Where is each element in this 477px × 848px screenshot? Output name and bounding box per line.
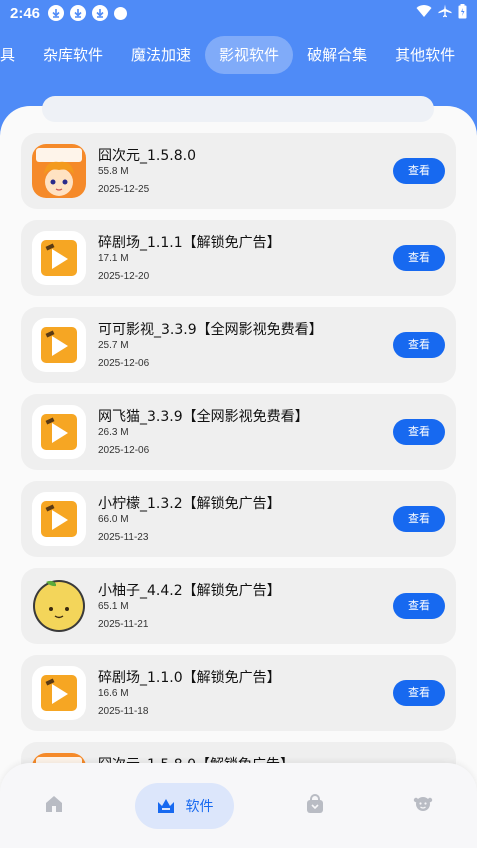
status-time: 2:46 xyxy=(10,4,41,22)
app-title: 小柚子_4.4.2【解锁免广告】 xyxy=(98,583,281,599)
app-title: 网飞猫_3.3.9【全网影视免费看】 xyxy=(98,409,309,425)
view-button[interactable]: 查看 xyxy=(393,158,445,184)
list-item[interactable]: 囧次元_1.5.8.0 55.8 M 2025-12-25 查看 xyxy=(21,133,456,209)
view-button[interactable]: 查看 xyxy=(393,419,445,445)
video-play-icon xyxy=(32,231,86,285)
wifi-icon xyxy=(416,4,432,22)
airplane-mode-icon xyxy=(438,4,452,22)
app-title: 碎剧场_1.1.0【解锁免广告】 xyxy=(98,670,281,686)
nav-software[interactable]: 软件 xyxy=(135,783,234,829)
view-button[interactable]: 查看 xyxy=(393,593,445,619)
nav-shop[interactable] xyxy=(295,783,335,829)
home-icon xyxy=(44,794,64,818)
bottom-navigation: 软件 xyxy=(0,763,477,848)
app-date: 2025-11-21 xyxy=(98,619,149,630)
app-title: 碎剧场_1.1.1【解锁免广告】 xyxy=(98,235,281,251)
grapefruit-icon xyxy=(32,579,86,633)
video-play-icon xyxy=(32,666,86,720)
nav-profile[interactable] xyxy=(403,783,443,829)
notification-dot-icon xyxy=(114,6,128,20)
app-title: 小柠檬_1.3.2【解锁免广告】 xyxy=(98,496,281,512)
app-date: 2025-12-06 xyxy=(98,445,150,456)
view-button[interactable]: 查看 xyxy=(393,245,445,271)
app-date: 2025-11-18 xyxy=(98,706,149,717)
download-notification-icon xyxy=(48,5,65,21)
list-item[interactable]: 网飞猫_3.3.9【全网影视免费看】 26.3 M 2025-12-06 查看 xyxy=(21,394,456,470)
video-play-icon xyxy=(32,405,86,459)
app-date: 2025-12-25 xyxy=(98,184,150,195)
app-date: 2025-11-23 xyxy=(98,532,149,543)
status-bar: 2:46 xyxy=(0,0,477,26)
app-title: 囧次元_1.5.8.0 xyxy=(98,148,196,164)
view-button[interactable]: 查看 xyxy=(393,506,445,532)
list-item[interactable]: 可可影视_3.3.9【全网影视免费看】 25.7 M 2025-12-06 查看 xyxy=(21,307,456,383)
app-date: 2025-12-20 xyxy=(98,271,150,282)
list-item[interactable]: 碎剧场_1.1.0【解锁免广告】 16.6 M 2025-11-18 查看 xyxy=(21,655,456,731)
battery-icon xyxy=(458,3,467,23)
app-title: 可可影视_3.3.9【全网影视免费看】 xyxy=(98,322,323,338)
video-play-icon xyxy=(32,492,86,546)
tab-misc-software[interactable]: 杂库软件 xyxy=(29,36,117,74)
app-size: 65.1 M xyxy=(98,601,129,612)
list-item[interactable]: 碎剧场_1.1.1【解锁免广告】 17.1 M 2025-12-20 查看 xyxy=(21,220,456,296)
app-size: 25.7 M xyxy=(98,340,129,351)
tab-other-software[interactable]: 其他软件 xyxy=(381,36,469,74)
anime-girl-icon xyxy=(32,144,86,198)
app-size: 26.3 M xyxy=(98,427,129,438)
tab-tools[interactable]: 具 xyxy=(0,36,29,74)
app-size: 66.0 M xyxy=(98,514,129,525)
tab-vpn-acceleration[interactable]: 魔法加速 xyxy=(117,36,205,74)
list-item[interactable]: 小柚子_4.4.2【解锁免广告】 65.1 M 2025-11-21 查看 xyxy=(21,568,456,644)
bag-icon xyxy=(305,794,325,818)
app-date: 2025-12-06 xyxy=(98,358,150,369)
nav-home[interactable] xyxy=(34,783,74,829)
crown-icon xyxy=(156,796,176,816)
tab-membership[interactable]: 会 xyxy=(469,36,477,74)
download-notification-icon xyxy=(92,5,109,21)
category-tabs: 具 杂库软件 魔法加速 影视软件 破解合集 其他软件 会 xyxy=(0,36,477,74)
view-button[interactable]: 查看 xyxy=(393,332,445,358)
tab-cracked-collection[interactable]: 破解合集 xyxy=(293,36,381,74)
app-size: 17.1 M xyxy=(98,253,129,264)
view-button[interactable]: 查看 xyxy=(393,680,445,706)
app-list: 囧次元_1.5.8.0 55.8 M 2025-12-25 查看 碎剧场_1.1… xyxy=(21,133,456,793)
search-bar[interactable] xyxy=(42,96,434,122)
list-item[interactable]: 小柠檬_1.3.2【解锁免广告】 66.0 M 2025-11-23 查看 xyxy=(21,481,456,557)
profile-icon xyxy=(413,794,433,818)
nav-software-label: 软件 xyxy=(185,799,214,815)
app-size: 55.8 M xyxy=(98,166,129,177)
video-play-icon xyxy=(32,318,86,372)
download-notification-icon xyxy=(70,5,87,21)
app-size: 16.6 M xyxy=(98,688,129,699)
tab-video-software[interactable]: 影视软件 xyxy=(205,36,294,74)
